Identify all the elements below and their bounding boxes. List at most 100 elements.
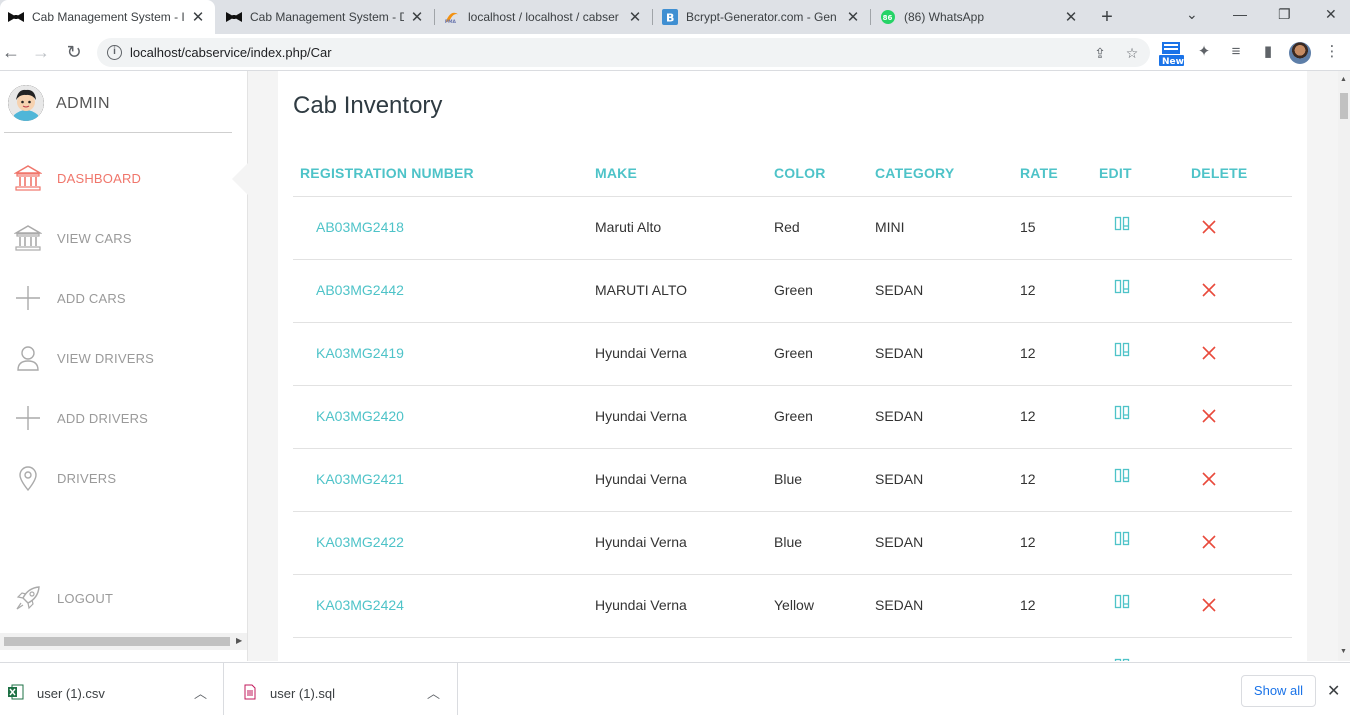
table-row: KA03MG2422 Hyundai Verna Blue SEDAN 12 [293, 512, 1292, 575]
category-cell: SEDAN [875, 597, 924, 613]
extension-new-icon[interactable]: New [1159, 42, 1184, 66]
bcrypt-b-icon: B [662, 9, 678, 25]
edit-icon[interactable] [1114, 216, 1130, 232]
sidebar-horizontal-scrollbar[interactable]: ▶ [0, 633, 247, 650]
bank-icon [14, 225, 42, 251]
make-cell: Hyundai Verna [595, 408, 687, 424]
page-vertical-scrollbar[interactable]: ▲ ▼ [1338, 71, 1350, 661]
registration-link[interactable]: KA03MG2421 [316, 471, 404, 487]
delete-icon[interactable] [1201, 282, 1217, 298]
delete-icon[interactable] [1201, 408, 1217, 424]
download-item[interactable]: user (1).csv ︿ [0, 663, 224, 715]
delete-icon[interactable] [1201, 219, 1217, 235]
column-header-make: MAKE [595, 165, 638, 181]
sidebar-item-dashboard[interactable]: DASHBOARD [0, 158, 247, 198]
sidebar-divider [4, 132, 232, 133]
scroll-right-arrow-icon[interactable]: ▶ [236, 636, 242, 645]
back-arrow-icon[interactable]: ← [1, 42, 21, 62]
browser-tab[interactable]: Cab Management System - I ✕ [0, 0, 215, 34]
category-cell: SEDAN [875, 534, 924, 550]
registration-link[interactable]: AB03MG2442 [316, 282, 404, 298]
browser-tab[interactable]: Cab Management System - D ✕ [218, 0, 434, 34]
close-tab-icon[interactable]: ✕ [1064, 8, 1078, 26]
category-cell: SEDAN [875, 282, 924, 298]
delete-icon[interactable] [1201, 471, 1217, 487]
registration-link[interactable]: KA03MG2424 [316, 597, 404, 613]
site-info-icon[interactable]: i [107, 45, 122, 60]
table-row: AB03MG2418 Maruti Alto Red MINI 15 [293, 197, 1292, 260]
new-tab-icon[interactable]: + [1097, 7, 1117, 27]
sidebar-item-label: LOGOUT [57, 591, 114, 606]
scroll-up-arrow-icon[interactable]: ▲ [1340, 76, 1347, 83]
profile-avatar[interactable] [1289, 42, 1311, 64]
whatsapp-badge: 86 [883, 14, 893, 22]
sidebar-item-view-cars[interactable]: VIEW CARS [0, 218, 247, 258]
extensions-puzzle-icon[interactable]: ✦ [1195, 43, 1213, 61]
avatar [8, 85, 44, 121]
close-tab-icon[interactable]: ✕ [191, 8, 205, 26]
tab-search-chevron-icon[interactable]: ⌄ [1186, 6, 1198, 23]
chevron-up-icon[interactable]: ︿ [194, 683, 207, 702]
close-tab-icon[interactable]: ✕ [628, 8, 642, 26]
browser-tab[interactable]: 86 (86) WhatsApp ✕ [872, 0, 1088, 34]
column-header-edit: EDIT [1099, 165, 1132, 181]
download-bar: user (1).csv ︿ user (1).sql ︿ Show all ✕ [0, 662, 1350, 715]
address-bar[interactable]: i localhost/cabservice/index.php/Car ⇪ ☆ [97, 38, 1150, 67]
download-filename: user (1).sql [270, 686, 336, 701]
minimize-icon[interactable]: — [1233, 6, 1247, 22]
registration-link[interactable]: KA03MG2420 [316, 408, 404, 424]
forward-arrow-icon[interactable]: → [31, 42, 51, 62]
chevron-up-icon[interactable]: ︿ [427, 683, 440, 702]
column-header-registration: REGISTRATION NUMBER [300, 165, 474, 181]
edit-icon[interactable] [1114, 531, 1130, 547]
browser-toolbar: ← → ↻ i localhost/cabservice/index.php/C… [0, 34, 1350, 71]
browser-tab[interactable]: PMA localhost / localhost / cabser ✕ [436, 0, 652, 34]
rate-cell: 12 [1020, 282, 1036, 298]
reload-icon[interactable]: ↻ [64, 42, 84, 62]
window-close-icon[interactable]: ✕ [1325, 6, 1337, 23]
column-header-delete: DELETE [1191, 165, 1248, 181]
delete-icon[interactable] [1201, 534, 1217, 550]
download-item[interactable]: user (1).sql ︿ [225, 663, 458, 715]
tab-separator [870, 9, 871, 25]
color-cell: Blue [774, 471, 803, 487]
scrollbar-thumb[interactable] [1340, 93, 1348, 119]
edit-icon[interactable] [1114, 279, 1130, 295]
make-cell: Maruti Alto [595, 219, 662, 235]
browser-tab[interactable]: B Bcrypt-Generator.com - Gen ✕ [654, 0, 870, 34]
scroll-down-arrow-icon[interactable]: ▼ [1340, 648, 1347, 655]
sidebar-item-add-drivers[interactable]: ADD DRIVERS [0, 398, 247, 438]
sidebar-item-view-drivers[interactable]: VIEW DRIVERS [0, 338, 247, 378]
color-cell: Green [774, 345, 813, 361]
registration-link[interactable]: KA03MG2422 [316, 534, 404, 550]
show-all-downloads-button[interactable]: Show all [1241, 675, 1316, 707]
edit-icon[interactable] [1114, 594, 1130, 610]
make-cell: Hyundai Verna [595, 597, 687, 613]
sidebar-item-add-cars[interactable]: ADD CARS [0, 278, 247, 318]
url-text[interactable]: localhost/cabservice/index.php/Car [130, 45, 332, 60]
restore-icon[interactable]: ❐ [1278, 6, 1291, 23]
kebab-menu-icon[interactable]: ⋮ [1323, 43, 1341, 61]
edit-icon[interactable] [1114, 658, 1130, 661]
close-tab-icon[interactable]: ✕ [410, 8, 424, 26]
delete-icon[interactable] [1201, 597, 1217, 613]
registration-link[interactable]: KA03MG2419 [316, 345, 404, 361]
main-content: Cab Inventory REGISTRATION NUMBER MAKE C… [278, 71, 1307, 661]
bookmark-star-icon[interactable]: ☆ [1124, 45, 1140, 61]
sidebar-item-logout[interactable]: LOGOUT [0, 578, 247, 618]
side-panel-icon[interactable]: ▮ [1259, 43, 1277, 61]
share-icon[interactable]: ⇪ [1092, 45, 1108, 61]
close-tab-icon[interactable]: ✕ [846, 8, 860, 26]
edit-icon[interactable] [1114, 468, 1130, 484]
delete-icon[interactable] [1201, 345, 1217, 361]
edit-icon[interactable] [1114, 405, 1130, 421]
svg-text:PMA: PMA [445, 19, 457, 24]
close-download-bar-icon[interactable]: ✕ [1327, 681, 1340, 701]
sidebar-item-drivers[interactable]: DRIVERS [0, 458, 247, 498]
rate-cell: 12 [1020, 534, 1036, 550]
sidebar: ADMIN DASHBOARD VIEW CARS ADD CARS VIEW … [0, 71, 248, 661]
registration-link[interactable]: AB03MG2418 [316, 219, 404, 235]
edit-icon[interactable] [1114, 342, 1130, 358]
reading-list-icon[interactable]: ≡ [1227, 43, 1245, 61]
scrollbar-thumb[interactable] [4, 637, 230, 646]
